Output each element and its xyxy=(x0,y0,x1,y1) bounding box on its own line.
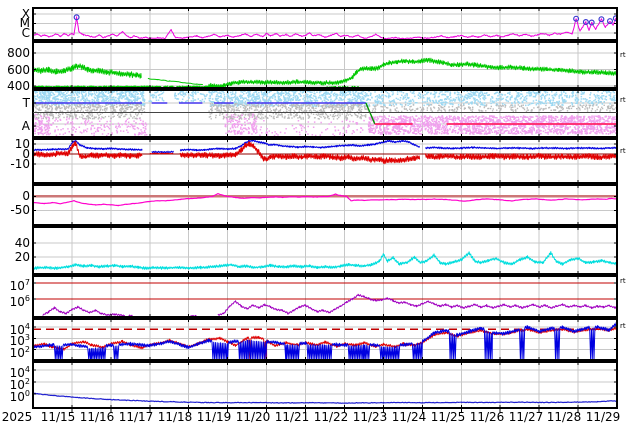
panel-xray xyxy=(33,14,617,40)
panel-temp xyxy=(33,90,617,112)
panel-border xyxy=(32,361,618,409)
proton-flux xyxy=(42,293,617,317)
space-weather-multipanel-chart: X M C 800 600 400 T A 10 0 -10 0 -50 40 20 107 106 104 103… xyxy=(0,0,634,424)
panel-elec xyxy=(33,321,617,360)
panel-prot xyxy=(42,293,617,317)
alpha-scatter-gray xyxy=(33,113,367,120)
plasma-density xyxy=(33,251,617,270)
solar-wind-speed-b xyxy=(147,77,203,85)
xray-flux xyxy=(33,16,617,40)
solar-wind-speed-a xyxy=(33,63,142,79)
panel-border xyxy=(32,41,618,89)
imf-bz-quiet xyxy=(149,152,174,155)
imf-bz xyxy=(33,141,617,165)
panel-dens xyxy=(33,251,617,270)
panel-bz xyxy=(33,139,617,165)
solar-wind-speed-c xyxy=(207,57,617,88)
imf-bt xyxy=(33,139,617,154)
panel-speed xyxy=(33,57,617,88)
panel-border xyxy=(32,138,618,184)
status-transition-line xyxy=(365,102,376,125)
data-series xyxy=(33,14,617,404)
chart-canvas xyxy=(32,7,618,413)
